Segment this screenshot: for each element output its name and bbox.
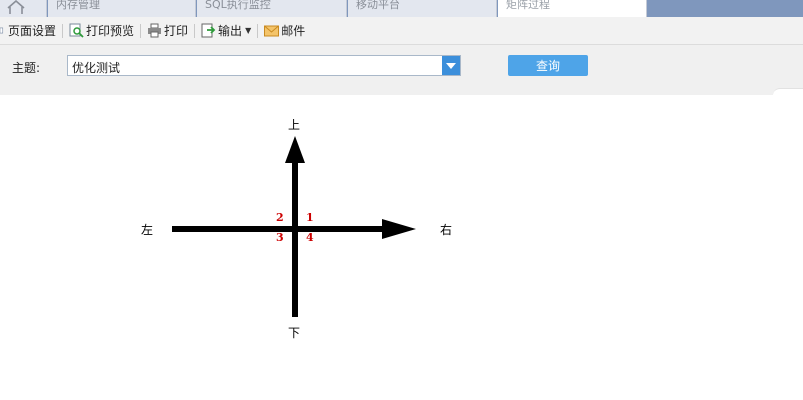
- subject-select-value: 优化测试: [72, 61, 121, 75]
- label-left: 左: [141, 223, 154, 237]
- up-arrowhead: [285, 136, 305, 163]
- query-button[interactable]: 查询: [508, 55, 588, 76]
- print-preview-button[interactable]: 打印预览: [69, 21, 134, 41]
- tab-matrix-process[interactable]: 矩阵过程: [498, 0, 647, 17]
- mail-button[interactable]: 邮件: [264, 21, 305, 41]
- mail-label: 邮件: [281, 24, 306, 38]
- print-preview-icon: [69, 23, 84, 38]
- report-toolbar: 页面设置 打印预览 打印 输出 ▼ 邮件: [0, 17, 803, 45]
- direction-diagram: [172, 136, 416, 317]
- quadrant-1-label: 1: [306, 211, 314, 224]
- triangle-down-icon: [446, 62, 456, 69]
- toolbar-divider: [194, 23, 196, 38]
- print-preview-label: 打印预览: [86, 24, 135, 38]
- home-icon: [7, 0, 25, 14]
- tab-memory[interactable]: 内存管理: [48, 0, 196, 17]
- toolbar-divider: [140, 23, 142, 38]
- label-up: 上: [288, 118, 301, 132]
- print-button[interactable]: 打印: [147, 21, 188, 41]
- chevron-down-icon: ▼: [245, 26, 252, 35]
- panel-corner: [773, 88, 803, 95]
- dropdown-toggle[interactable]: [442, 56, 460, 75]
- export-icon: [201, 23, 216, 38]
- export-label: 输出: [218, 24, 243, 38]
- tab-home[interactable]: [0, 0, 47, 17]
- mail-icon: [264, 25, 280, 37]
- tab-mobile[interactable]: 移动平台: [348, 0, 497, 17]
- subject-select[interactable]: 优化测试: [67, 55, 461, 76]
- subject-label: 主题:: [12, 61, 41, 75]
- toolbar-divider: [257, 23, 259, 38]
- quadrant-4-label: 4: [306, 231, 314, 244]
- page-setup-label: 页面设置: [8, 24, 57, 38]
- page-setup-icon: [0, 27, 4, 34]
- right-arrowhead: [382, 219, 416, 239]
- parameter-bar: 主题: 优化测试 查询: [0, 45, 803, 95]
- page-setup-button[interactable]: 页面设置: [0, 21, 56, 41]
- report-canvas: 上 下 左 右 1 2 3 4: [0, 95, 803, 400]
- label-down: 下: [288, 326, 301, 340]
- tab-sql-monitor[interactable]: SQL执行监控: [197, 0, 347, 17]
- quadrant-3-label: 3: [276, 231, 284, 244]
- tab-strip: 内存管理 SQL执行监控 移动平台 矩阵过程: [0, 0, 803, 17]
- export-button[interactable]: 输出 ▼: [201, 21, 251, 41]
- printer-icon: [148, 23, 162, 38]
- toolbar-divider: [62, 23, 64, 38]
- label-right: 右: [440, 223, 453, 237]
- quadrant-2-label: 2: [276, 211, 284, 224]
- print-label: 打印: [164, 24, 189, 38]
